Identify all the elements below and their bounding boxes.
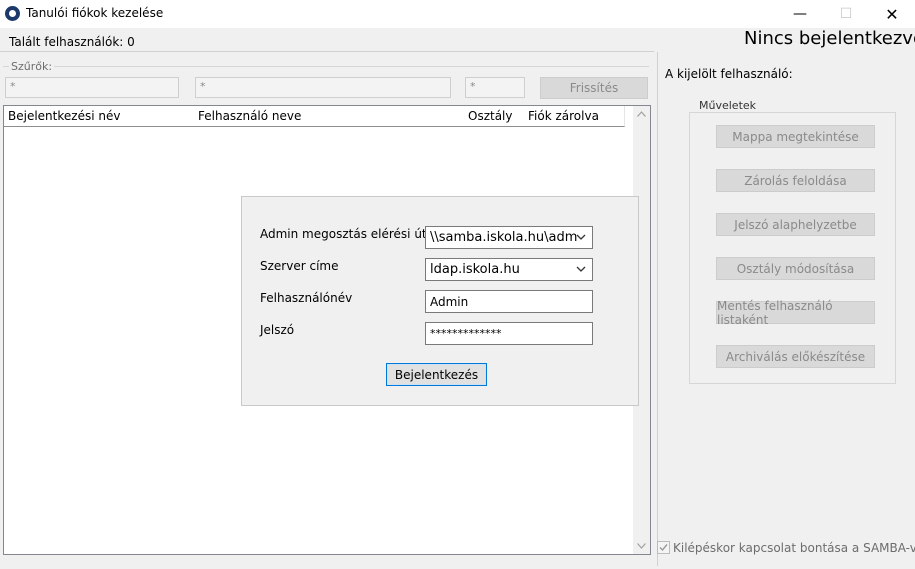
server-address-label: Szerver címe [260,259,339,273]
prepare-archive-button[interactable]: Archiválás előkészítése [716,345,875,368]
found-users-count: Talált felhasználók: 0 [9,35,135,49]
share-path-label: Admin megosztás elérési útja [260,227,438,241]
column-header-class[interactable]: Osztály [464,106,525,127]
save-user-list-button[interactable]: Mentés felhasználó listaként [716,299,875,327]
operations-group [689,112,896,384]
login-status: Nincs bejelentkezve [744,28,915,49]
filters-legend: Szűrők: [9,60,55,73]
divider [0,51,654,52]
password-label: Jelszó [260,323,295,337]
app-icon [5,6,20,21]
disconnect-checkbox-label[interactable]: Kilépéskor kapcsolat bontása a SAMBA-val [673,541,915,555]
change-class-button[interactable]: Osztály módosítása [716,257,875,280]
checkmark-icon [659,544,668,552]
username-label: Felhasználónév [260,291,353,305]
close-button[interactable]: ✕ [869,0,915,28]
username-field[interactable]: Admin [425,290,593,313]
password-field[interactable]: ************* [425,322,593,345]
reset-password-button[interactable]: Jelszó alaphelyzetbe [716,213,875,236]
login-name-filter[interactable]: * [5,77,179,98]
server-address-value: ldap.iskola.hu [430,262,520,277]
disconnect-checkbox[interactable] [657,541,670,554]
chevron-down-icon [576,266,586,272]
class-filter[interactable]: * [465,77,525,98]
refresh-button[interactable]: Frissítés [540,77,648,99]
scroll-down-icon[interactable] [635,541,648,553]
chevron-down-icon [576,234,586,240]
window-title: Tanulói fiókok kezelése [26,6,164,20]
share-path-value: \\samba.iskola.hu\adm [430,230,578,245]
operations-legend: Műveletek [697,99,759,112]
column-header-locked[interactable]: Fiók zárolva [524,106,625,127]
scroll-up-icon[interactable] [635,109,648,121]
user-name-filter[interactable]: * [195,77,451,98]
maximize-button[interactable]: ☐ [823,0,869,28]
selected-user-label: A kijelölt felhasználó: [665,67,793,81]
column-header-name[interactable]: Felhasználó neve [194,106,465,127]
server-address-combo[interactable]: ldap.iskola.hu [425,258,593,281]
share-path-combo[interactable]: \\samba.iskola.hu\adm [425,226,593,249]
view-folder-button[interactable]: Mappa megtekintése [716,125,875,148]
minimize-button[interactable]: — [777,0,823,28]
login-button[interactable]: Bejelentkezés [386,363,487,386]
unlock-account-button[interactable]: Zárolás feloldása [716,169,875,192]
column-header-login[interactable]: Bejelentkezési név [4,106,195,127]
